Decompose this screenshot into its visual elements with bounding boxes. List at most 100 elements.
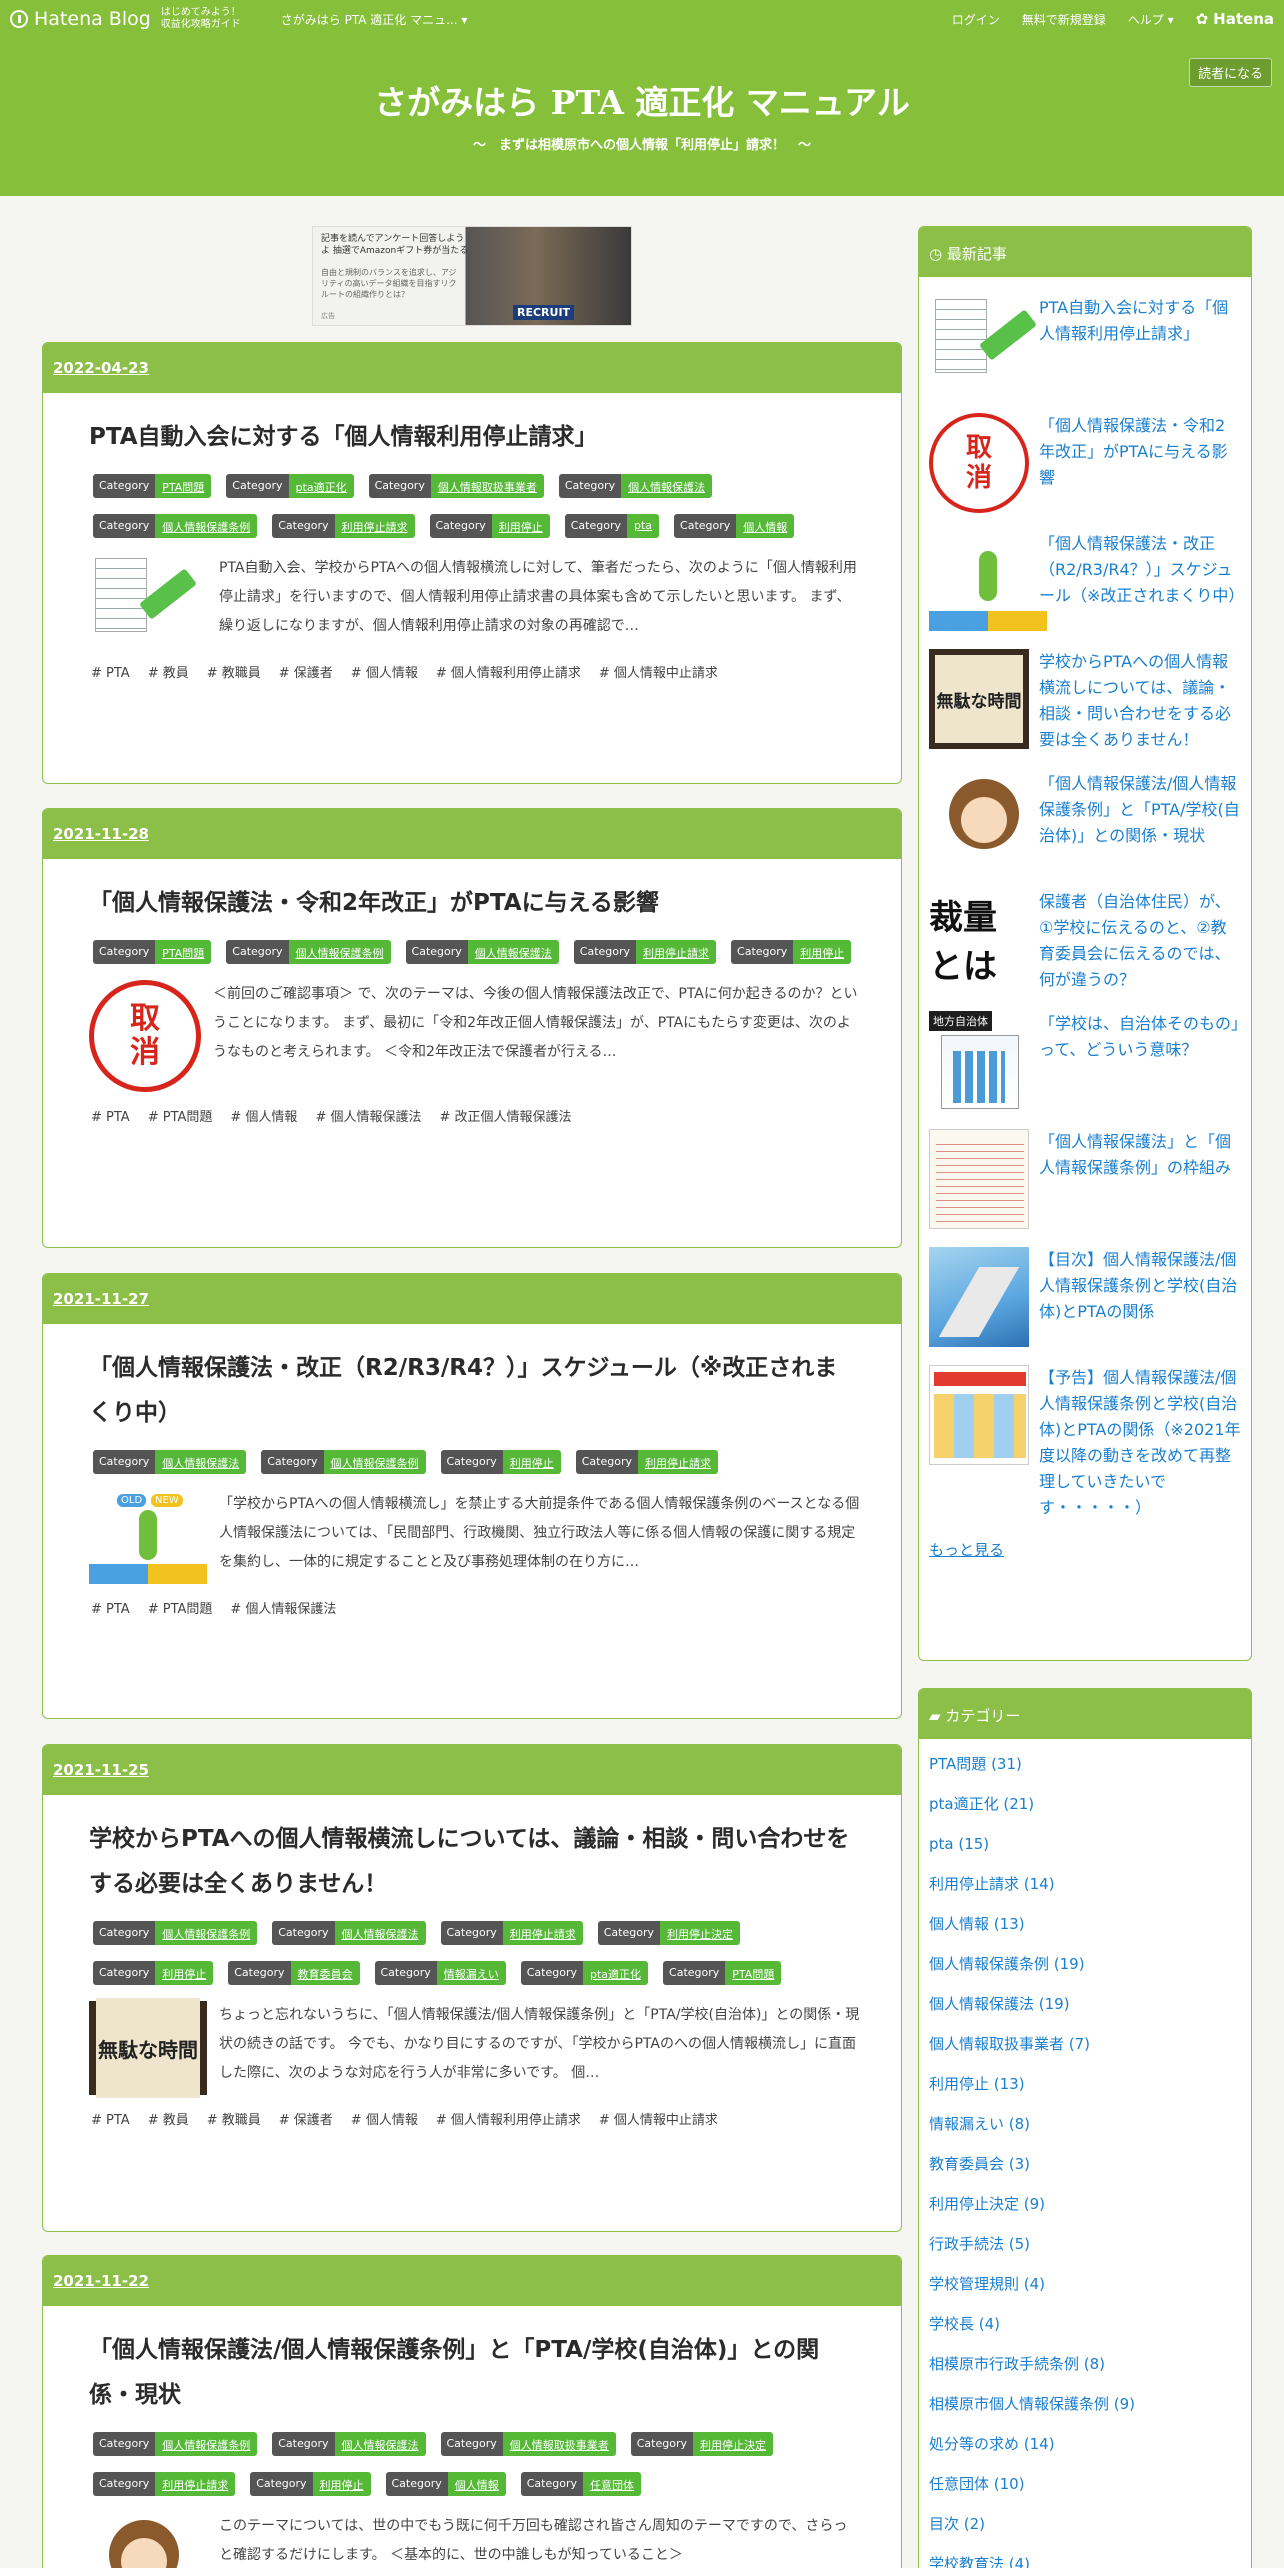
hashtag-link[interactable]: # 個人情報 [351,2113,418,2128]
hashtag-link[interactable]: # 教職員 [207,2113,261,2128]
category-chip[interactable]: Category 個人情報取扱事業者 [368,474,544,498]
category-link[interactable]: 利用停止 [491,514,550,538]
category-chip[interactable]: Category 個人情報保護法 [272,1921,426,1945]
category-chip[interactable]: Category 情報漏えい [374,1961,506,1985]
ad-banner[interactable]: 記事を読んでアンケート回答しようよ 抽選でAmazonギフト券が当たる 自由と規… [312,226,632,326]
category-link[interactable]: PTA問題 [155,940,212,964]
category-link[interactable]: pta [627,514,660,538]
hatena-blog-logo[interactable]: Hatena Blog [10,8,151,30]
hashtag-link[interactable]: # 教職員 [207,666,261,681]
recent-thumb-discretion[interactable]: 裁量とは [929,889,1029,989]
article-thumbnail-pen-note[interactable] [89,554,207,648]
category-chip[interactable]: Category 個人情報保護法 [272,2432,426,2456]
category-link[interactable]: 教育委員会 [290,1961,360,1985]
recent-entry[interactable]: 取 消 「個人情報保護法・令和2年改正」がPTAに与える影響 [919,413,1251,513]
article-date[interactable]: 2022-04-23 [43,343,901,393]
category-list-item[interactable]: 行政手続法 (5) [929,2231,1241,2271]
article-thumbnail-cancel-stamp[interactable]: 取 消 [89,980,201,1092]
category-link[interactable]: 利用停止 [155,1961,214,1985]
category-chip[interactable]: Category PTA問題 [663,1961,782,1985]
category-link[interactable]: 利用停止決定 [693,2432,773,2456]
hashtag-link[interactable]: # 教員 [148,666,189,681]
category-link[interactable]: 個人情報保護条例 [323,1450,426,1474]
hashtag-link[interactable]: # PTA問題 [148,1110,213,1125]
category-chip[interactable]: Category pta [564,514,660,538]
category-link[interactable]: 個人情報取扱事業者 [430,474,544,498]
category-list-item[interactable]: 利用停止請求 (14) [929,1871,1241,1911]
hashtag-link[interactable]: # 個人情報利用停止請求 [436,666,581,681]
subscribe-button[interactable]: 読者になる [1188,58,1272,87]
category-link[interactable]: 個人情報保護法 [467,940,559,964]
category-list-item[interactable]: 情報漏えい (8) [929,2111,1241,2151]
category-link[interactable]: 個人情報保護条例 [155,1921,258,1945]
recent-thumb-road[interactable] [929,1247,1029,1347]
signup-link[interactable]: 無料で新規登録 [1022,11,1106,28]
recent-entry-title[interactable]: 「個人情報保護法/個人情報保護条例」と「PTA/学校(自治体)」との関係・現状 [1039,771,1241,871]
blog-title[interactable]: さがみはら PTA 適正化 マニュアル [0,76,1284,124]
recent-thumb-book[interactable]: 無駄な時間 [929,649,1029,749]
hashtag-link[interactable]: # PTA [91,1602,130,1617]
category-chip[interactable]: Category PTA問題 [93,940,212,964]
hashtag-link[interactable]: # 保護者 [279,2113,333,2128]
category-link[interactable]: 個人情報保護条例 [288,940,391,964]
category-chip[interactable]: Category 個人情報保護条例 [93,2432,258,2456]
category-chip[interactable]: Category 個人情報保護条例 [226,940,391,964]
hashtag-link[interactable]: # PTA [91,1110,130,1125]
category-list-item[interactable]: 相模原市行政手続条例 (8) [929,2351,1241,2391]
article-title[interactable]: 学校からPTAへの個人情報横流しについては、議論・相談・問い合わせをする必要は全… [89,1817,857,1907]
category-link[interactable]: 個人情報保護条例 [155,2432,258,2456]
recent-entry[interactable]: 「個人情報保護法・改正（R2/R3/R4？）」スケジュール（※改正されまくり中） [919,531,1251,631]
category-link[interactable]: pta適正化 [288,474,354,498]
category-link[interactable]: 利用停止請求 [636,940,717,964]
category-chip[interactable]: Category 個人情報保護法 [93,1450,247,1474]
recent-entry[interactable]: PTA自動入会に対する「個人情報利用停止請求」 [919,295,1251,395]
category-chip[interactable]: Category 利用停止請求 [93,2472,236,2496]
category-link[interactable]: pta適正化 [583,1961,649,1985]
category-chip[interactable]: Category pta適正化 [520,1961,649,1985]
category-link[interactable]: 個人情報保護法 [334,2432,426,2456]
article-date[interactable]: 2021-11-22 [43,2256,901,2306]
category-chip[interactable]: Category 個人情報保護法 [405,940,559,964]
article-date[interactable]: 2021-11-28 [43,809,901,859]
hashtag-link[interactable]: # PTA問題 [148,1602,213,1617]
category-list-item[interactable]: PTA問題 (31) [929,1751,1241,1791]
category-chip[interactable]: Category 個人情報 [385,2472,506,2496]
category-list-item[interactable]: 学校管理規則 (4) [929,2271,1241,2311]
recent-entry-title[interactable]: 【目次】個人情報保護法/個人情報保護条例と学校(自治体)とPTAの関係 [1039,1247,1241,1347]
recent-entry[interactable]: 無駄な時間 学校からPTAへの個人情報横流しについては、議論・相談・問い合わせを… [919,649,1251,753]
category-chip[interactable]: Category 個人情報保護条例 [93,514,258,538]
recent-thumb-pen-note[interactable] [929,295,1029,395]
category-link[interactable]: 情報漏えい [436,1961,506,1985]
category-chip[interactable]: Category 利用停止決定 [630,2432,773,2456]
category-link[interactable]: 利用停止 [793,940,852,964]
category-link[interactable]: 個人情報保護法 [334,1921,426,1945]
recent-entry[interactable]: 地方自治体 「学校は、自治体そのもの」って、どういう意味？ [919,1011,1251,1111]
article-title[interactable]: 「個人情報保護法・令和2年改正」がPTAに与える影響 [89,881,857,926]
category-list-item[interactable]: 個人情報 (13) [929,1911,1241,1951]
article-date[interactable]: 2021-11-25 [43,1745,901,1795]
recent-entry-title[interactable]: 【予告】個人情報保護法/個人情報保護条例と学校(自治体)とPTAの関係（※202… [1039,1365,1243,1521]
category-chip[interactable]: Category 利用停止決定 [597,1921,740,1945]
category-link[interactable]: 利用停止請求 [155,2472,236,2496]
category-link[interactable]: 利用停止請求 [334,514,415,538]
help-menu[interactable]: ヘルプ ▾ [1128,11,1174,28]
category-chip[interactable]: Category 個人情報保護条例 [261,1450,426,1474]
category-chip[interactable]: Category 任意団体 [520,2472,641,2496]
category-list-item[interactable]: 利用停止 (13) [929,2071,1241,2111]
recent-thumb-old-new[interactable] [929,531,1047,631]
revenue-guide-link[interactable]: はじめてみよう！ 収益化攻略ガイド [161,7,241,31]
category-link[interactable]: 個人情報保護条例 [155,514,258,538]
recent-entry-title[interactable]: PTA自動入会に対する「個人情報利用停止請求」 [1039,295,1241,395]
hashtag-link[interactable]: # PTA [91,2113,130,2128]
blog-name-dropdown[interactable]: さがみはら PTA 適正化 マニュ... ▾ [281,11,468,28]
category-chip[interactable]: Category 個人情報取扱事業者 [440,2432,616,2456]
recent-entry[interactable]: 【予告】個人情報保護法/個人情報保護条例と学校(自治体)とPTAの関係（※202… [919,1365,1251,1521]
category-list-item[interactable]: 学校長 (4) [929,2311,1241,2351]
article-title[interactable]: 「個人情報保護法・改正（R2/R3/R4？）」スケジュール（※改正されまくり中） [89,1346,857,1436]
category-link[interactable]: 個人情報保護法 [621,474,713,498]
article-date[interactable]: 2021-11-27 [43,1274,901,1324]
category-list-item[interactable]: 個人情報保護法 (19) [929,1991,1241,2031]
category-link[interactable]: PTA問題 [155,474,212,498]
category-chip[interactable]: Category 利用停止 [93,1961,214,1985]
recent-entry[interactable]: 「個人情報保護法/個人情報保護条例」と「PTA/学校(自治体)」との関係・現状 [919,771,1251,871]
